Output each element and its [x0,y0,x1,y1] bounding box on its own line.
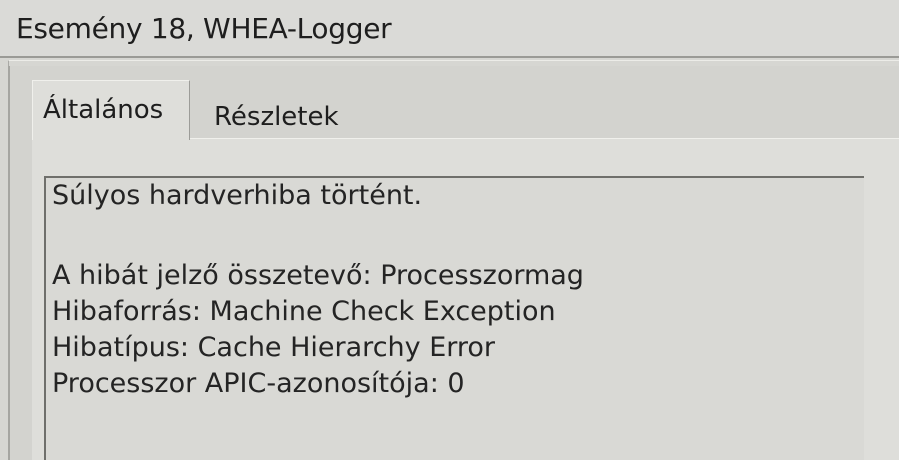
description-line-error-type: Hibatípus: Cache Hierarchy Error [52,332,496,363]
description-line-apic-id: Processzor APIC-azonosítója: 0 [52,368,465,399]
event-description-box[interactable]: Súlyos hardverhiba történt. A hibát jelz… [44,176,864,460]
tab-details[interactable]: Részletek [204,98,349,138]
event-title: Esemény 18, WHEA-Logger [16,12,392,45]
event-properties-panel: Általános Részletek Súlyos hardverhiba t… [8,66,899,460]
event-title-bar: Esemény 18, WHEA-Logger [0,0,899,58]
description-line-component: A hibát jelző összetevő: Processzormag [52,260,584,291]
description-line-summary: Súlyos hardverhiba történt. [52,180,423,211]
tab-general[interactable]: Általános [32,80,190,140]
description-line-error-source: Hibaforrás: Machine Check Exception [52,296,556,327]
